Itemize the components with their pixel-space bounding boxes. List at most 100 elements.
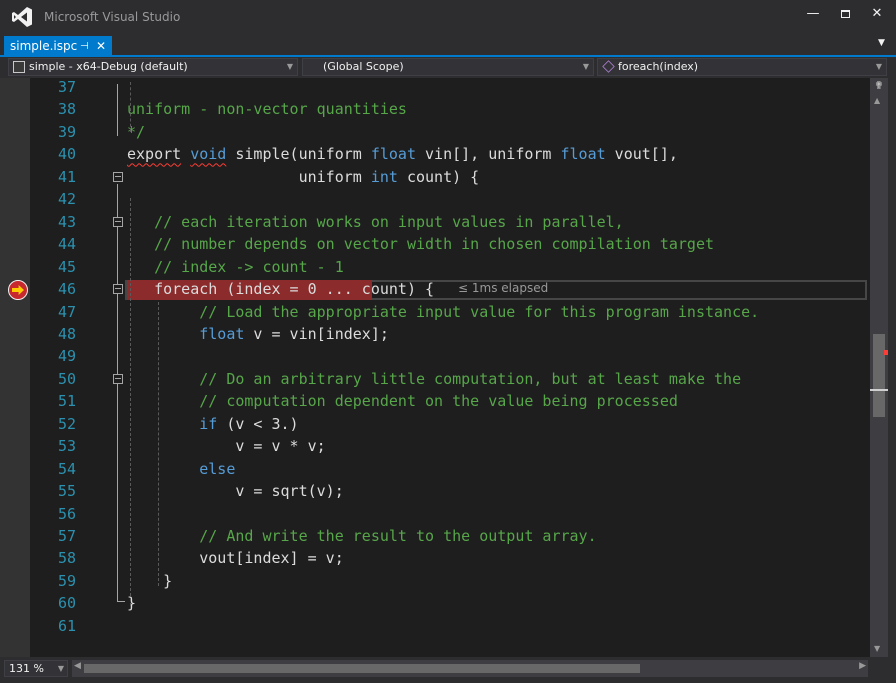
member-dropdown[interactable]: foreach(index) ▼ bbox=[597, 58, 887, 76]
code-text: // index -> count - 1 bbox=[127, 256, 344, 278]
line-number: 39 bbox=[57, 122, 76, 141]
code-line[interactable]: 41 uniform int count) { bbox=[0, 166, 870, 189]
scroll-right-icon[interactable]: ▶ bbox=[859, 661, 866, 671]
line-number: 38 bbox=[57, 100, 76, 119]
line-number: 44 bbox=[57, 235, 76, 254]
line-number: 56 bbox=[57, 504, 76, 523]
scroll-up-icon[interactable]: ▲ bbox=[874, 96, 880, 105]
maximize-button[interactable] bbox=[832, 4, 858, 24]
code-token: foreach (index = 0 ... count) { bbox=[127, 280, 435, 299]
code-token: // index -> count - 1 bbox=[154, 257, 344, 276]
line-number: 42 bbox=[57, 190, 76, 209]
code-text: // Do an arbitrary little computation, b… bbox=[127, 368, 741, 390]
code-token: v = v * v; bbox=[127, 437, 326, 456]
code-token: uniform - non-vector quantities bbox=[127, 100, 407, 119]
line-number: 51 bbox=[57, 392, 76, 411]
split-handle-icon[interactable]: ✟ bbox=[872, 80, 886, 92]
project-label: simple - x64-Debug (default) bbox=[29, 60, 188, 73]
vertical-scrollbar[interactable]: ✟ ▲ ▼ bbox=[870, 78, 888, 657]
tab-label: simple.ispc bbox=[10, 39, 78, 53]
code-text: // Load the appropriate input value for … bbox=[127, 301, 759, 323]
document-tab-strip: simple.ispc ⊣ ✕ ▼ bbox=[0, 34, 896, 57]
collapse-toggle-icon[interactable] bbox=[113, 217, 123, 227]
perf-tip[interactable]: ≤ 1ms elapsed bbox=[458, 281, 548, 295]
close-tab-icon[interactable]: ✕ bbox=[96, 36, 106, 57]
close-window-button[interactable]: ✕ bbox=[864, 4, 890, 24]
code-line[interactable]: 61 bbox=[0, 615, 870, 638]
scope-label: (Global Scope) bbox=[323, 60, 404, 73]
code-token: // number depends on vector width in cho… bbox=[154, 235, 715, 254]
arrow-right-icon bbox=[12, 285, 24, 295]
collapse-toggle-icon[interactable] bbox=[113, 284, 123, 294]
code-token: } bbox=[127, 594, 137, 613]
line-number: 47 bbox=[57, 302, 76, 321]
line-number: 48 bbox=[57, 324, 76, 343]
outline-line bbox=[117, 84, 118, 136]
horizontal-scrollbar[interactable]: ◀ ▶ bbox=[72, 660, 868, 677]
member-label: foreach(index) bbox=[618, 60, 699, 73]
line-number: 40 bbox=[57, 145, 76, 164]
vertical-scroll-thumb[interactable] bbox=[873, 334, 885, 417]
code-token: int bbox=[370, 167, 398, 186]
outline-line bbox=[117, 601, 125, 602]
scroll-down-icon[interactable]: ▼ bbox=[874, 644, 880, 653]
editor-bottom-bar: 131 % ▼ ◀ ▶ bbox=[0, 657, 896, 683]
line-number: 55 bbox=[57, 482, 76, 501]
indent-guide bbox=[130, 198, 131, 606]
caret-position-marker bbox=[870, 389, 888, 391]
line-number: 57 bbox=[57, 527, 76, 545]
line-number: 58 bbox=[57, 549, 76, 568]
line-number: 61 bbox=[57, 616, 76, 635]
code-token: v = sqrt(v); bbox=[127, 482, 344, 501]
line-number: 37 bbox=[57, 78, 76, 96]
zoom-dropdown[interactable]: 131 % ▼ bbox=[4, 660, 68, 677]
line-number: 60 bbox=[57, 594, 76, 613]
tab-list-dropdown-icon[interactable]: ▼ bbox=[878, 38, 890, 52]
code-text: vout[index] = v; bbox=[127, 547, 344, 569]
code-token: vout[index] = v; bbox=[127, 549, 344, 568]
visual-studio-logo-icon bbox=[12, 7, 32, 27]
pin-icon[interactable]: ⊣ bbox=[80, 36, 89, 57]
project-dropdown[interactable]: simple - x64-Debug (default) ▼ bbox=[8, 58, 298, 76]
breakpoint-current-statement-icon[interactable] bbox=[8, 280, 28, 300]
line-number: 59 bbox=[57, 571, 76, 590]
maximize-icon bbox=[840, 10, 850, 18]
code-token: // computation dependent on the value be… bbox=[199, 392, 678, 411]
code-line[interactable]: 40 export void simple(uniform float vin[]… bbox=[0, 143, 870, 166]
minimize-button[interactable]: — bbox=[800, 4, 826, 24]
code-text: foreach (index = 0 ... count) { bbox=[127, 278, 434, 300]
code-editor[interactable]: 37 38 uniform - non-vector quantities 39 */4… bbox=[0, 78, 870, 657]
code-token: vout[], bbox=[605, 145, 678, 164]
code-text: } bbox=[127, 592, 136, 614]
scroll-left-icon[interactable]: ◀ bbox=[74, 661, 81, 671]
indent-guide bbox=[130, 82, 131, 132]
collapse-toggle-icon[interactable] bbox=[113, 172, 123, 182]
tab-simple-ispc[interactable]: simple.ispc ⊣ ✕ bbox=[4, 36, 112, 57]
line-number: 53 bbox=[57, 437, 76, 456]
line-number: 43 bbox=[57, 212, 76, 231]
code-token: // Load the appropriate input value for … bbox=[199, 302, 760, 321]
code-text: v = sqrt(v); bbox=[127, 480, 344, 502]
line-number: 49 bbox=[57, 347, 76, 366]
scope-dropdown[interactable]: (Global Scope) ▼ bbox=[302, 58, 594, 76]
collapse-toggle-icon[interactable] bbox=[113, 374, 123, 384]
code-token: count) { bbox=[397, 167, 480, 186]
chevron-down-icon: ▼ bbox=[57, 664, 64, 673]
code-token: // And write the result to the output ar… bbox=[199, 527, 597, 545]
code-token: // Do an arbitrary little computation, b… bbox=[199, 369, 742, 388]
code-token: // each iteration works on input values … bbox=[154, 212, 624, 231]
horizontal-scroll-thumb[interactable] bbox=[84, 664, 640, 673]
code-token: } bbox=[127, 571, 173, 590]
code-token: else bbox=[199, 459, 236, 478]
code-text: v = v * v; bbox=[127, 435, 326, 457]
line-number: 50 bbox=[57, 369, 76, 388]
window-title: Microsoft Visual Studio bbox=[44, 10, 181, 24]
code-token: export bbox=[127, 145, 182, 164]
